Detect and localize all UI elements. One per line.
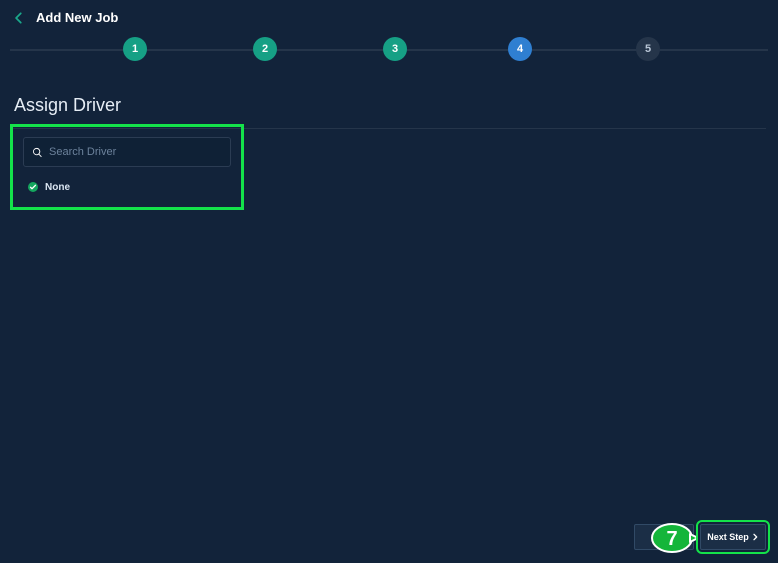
step-2-label: 2 [262,43,268,55]
driver-option-none-label: None [45,182,70,193]
chevron-right-icon [751,533,759,541]
search-driver-input[interactable] [49,146,222,158]
search-driver-field[interactable] [23,137,231,167]
next-step-button[interactable]: Next Step [700,524,766,550]
page-title: Add New Job [36,10,118,25]
back-arrow-icon[interactable] [12,11,26,25]
check-circle-icon [27,181,39,193]
step-1-label: 1 [132,43,138,55]
page-header: Add New Job [0,0,778,37]
step-indicator: 1 2 3 4 5 [0,37,778,77]
step-1[interactable]: 1 [123,37,147,61]
step-4[interactable]: 4 [508,37,532,61]
annotation-callout-number: 7 [666,528,677,550]
driver-option-none[interactable]: None [23,181,231,193]
next-step-label: Next Step [707,532,749,542]
step-3[interactable]: 3 [383,37,407,61]
section-title: Assign Driver [0,77,778,128]
annotation-callout-7: 7 [650,521,698,560]
assign-driver-panel-highlight: None [10,124,244,210]
step-5[interactable]: 5 [636,37,660,61]
step-2[interactable]: 2 [253,37,277,61]
step-4-label: 4 [517,43,523,55]
step-5-label: 5 [645,43,651,55]
search-icon [32,147,43,158]
step-3-label: 3 [392,43,398,55]
